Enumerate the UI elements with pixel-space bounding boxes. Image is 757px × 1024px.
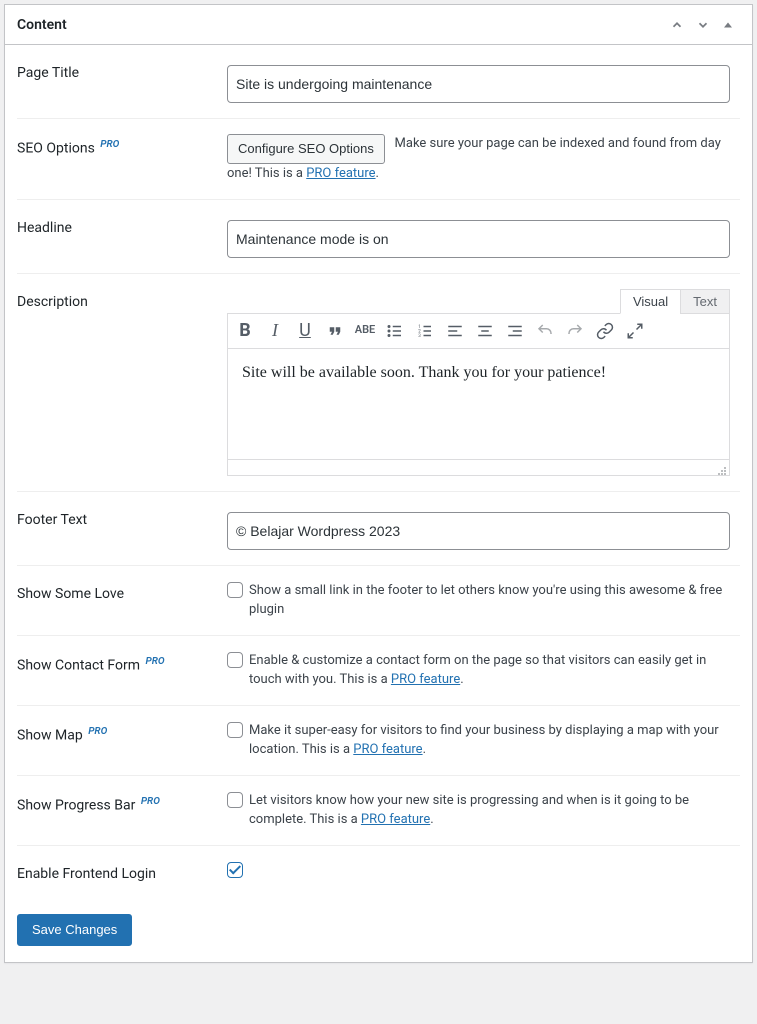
redo-icon — [566, 322, 584, 340]
fullscreen-button[interactable] — [620, 316, 650, 346]
list-ul-icon — [386, 322, 404, 340]
quote-icon — [326, 322, 344, 340]
pro-feature-link[interactable]: PRO feature — [353, 742, 422, 757]
panel-actions — [664, 14, 740, 36]
headline-input[interactable] — [227, 220, 730, 258]
row-seo-options: SEO Options PRO Configure SEO Options Ma… — [17, 119, 740, 200]
description-editor[interactable]: Site will be available soon. Thank you f… — [228, 349, 729, 459]
grip-icon — [717, 466, 727, 476]
label-show-love: Show Some Love — [17, 565, 217, 635]
row-headline: Headline — [17, 199, 740, 273]
pro-badge: PRO — [88, 726, 107, 737]
panel-header: Content — [5, 5, 752, 45]
label-contact-form: Show Contact Form PRO — [17, 635, 217, 705]
pro-badge: PRO — [141, 796, 160, 807]
label-page-title: Page Title — [17, 45, 217, 119]
row-show-map: Show Map PRO Make it super-easy for visi… — [17, 705, 740, 775]
editor-container: B I U ABE 123 — [227, 313, 730, 476]
italic-button[interactable]: I — [260, 316, 290, 346]
undo-button[interactable] — [530, 316, 560, 346]
label-seo-options: SEO Options PRO — [17, 119, 217, 200]
chevron-down-icon — [696, 18, 710, 32]
toggle-panel-button[interactable] — [716, 15, 740, 35]
move-down-button[interactable] — [690, 14, 716, 36]
align-center-button[interactable] — [470, 316, 500, 346]
progress-bar-description: Let visitors know how your new site is p… — [249, 791, 730, 830]
align-right-icon — [506, 322, 524, 340]
blockquote-button[interactable] — [320, 316, 350, 346]
contact-form-checkbox[interactable] — [227, 652, 243, 668]
footer-text-input[interactable] — [227, 512, 730, 550]
list-ol-icon: 123 — [416, 322, 434, 340]
editor-tabs: Visual Text — [227, 289, 730, 314]
row-footer-text: Footer Text — [17, 491, 740, 565]
row-frontend-login: Enable Frontend Login — [17, 845, 740, 902]
editor-toolbar: B I U ABE 123 — [228, 314, 729, 349]
configure-seo-button[interactable]: Configure SEO Options — [227, 134, 385, 164]
move-up-button[interactable] — [664, 14, 690, 36]
progress-bar-checkbox[interactable] — [227, 792, 243, 808]
tab-text[interactable]: Text — [680, 289, 730, 314]
bold-button[interactable]: B — [230, 316, 260, 346]
chevron-up-icon — [670, 18, 684, 32]
save-changes-button[interactable]: Save Changes — [17, 914, 132, 946]
show-love-option[interactable]: Show a small link in the footer to let o… — [227, 581, 730, 620]
expand-icon — [626, 322, 644, 340]
strike-button[interactable]: ABE — [350, 316, 380, 346]
row-contact-form: Show Contact Form PRO Enable & customize… — [17, 635, 740, 705]
label-progress-bar: Show Progress Bar PRO — [17, 775, 217, 845]
row-description: Description Visual Text B I U — [17, 273, 740, 491]
show-map-checkbox[interactable] — [227, 722, 243, 738]
label-show-map: Show Map PRO — [17, 705, 217, 775]
pro-badge: PRO — [145, 656, 164, 667]
label-frontend-login: Enable Frontend Login — [17, 845, 217, 902]
label-footer-text: Footer Text — [17, 491, 217, 565]
contact-form-description: Enable & customize a contact form on the… — [249, 651, 730, 690]
svg-text:3: 3 — [418, 333, 421, 339]
pro-badge: PRO — [100, 139, 119, 150]
frontend-login-checkbox[interactable] — [227, 862, 243, 878]
show-love-description: Show a small link in the footer to let o… — [249, 581, 730, 620]
redo-button[interactable] — [560, 316, 590, 346]
align-right-button[interactable] — [500, 316, 530, 346]
editor-statusbar — [228, 459, 729, 475]
panel-body: Page Title SEO Options PRO Configure SEO… — [5, 45, 752, 962]
number-list-button[interactable]: 123 — [410, 316, 440, 346]
row-page-title: Page Title — [17, 45, 740, 119]
contact-form-option[interactable]: Enable & customize a contact form on the… — [227, 651, 730, 690]
underline-button[interactable]: U — [290, 316, 320, 346]
tab-visual[interactable]: Visual — [620, 289, 681, 314]
panel-title: Content — [17, 17, 67, 33]
editor-resize-handle[interactable] — [717, 463, 727, 473]
caret-up-icon — [722, 19, 734, 31]
label-headline: Headline — [17, 199, 217, 273]
submit-area: Save Changes — [17, 902, 740, 950]
link-icon — [596, 322, 614, 340]
show-love-checkbox[interactable] — [227, 582, 243, 598]
align-left-icon — [446, 322, 464, 340]
show-map-option[interactable]: Make it super-easy for visitors to find … — [227, 721, 730, 760]
bullet-list-button[interactable] — [380, 316, 410, 346]
undo-icon — [536, 322, 554, 340]
pro-feature-link[interactable]: PRO feature — [306, 166, 375, 181]
row-show-love: Show Some Love Show a small link in the … — [17, 565, 740, 635]
progress-bar-option[interactable]: Let visitors know how your new site is p… — [227, 791, 730, 830]
link-button[interactable] — [590, 316, 620, 346]
show-map-description: Make it super-easy for visitors to find … — [249, 721, 730, 760]
align-center-icon — [476, 322, 494, 340]
content-panel: Content Page Title SEO O — [4, 4, 753, 963]
pro-feature-link[interactable]: PRO feature — [361, 812, 430, 827]
pro-feature-link[interactable]: PRO feature — [391, 672, 460, 687]
align-left-button[interactable] — [440, 316, 470, 346]
settings-table: Page Title SEO Options PRO Configure SEO… — [17, 45, 740, 902]
label-description: Description — [17, 273, 217, 491]
row-progress-bar: Show Progress Bar PRO Let visitors know … — [17, 775, 740, 845]
page-title-input[interactable] — [227, 65, 730, 103]
